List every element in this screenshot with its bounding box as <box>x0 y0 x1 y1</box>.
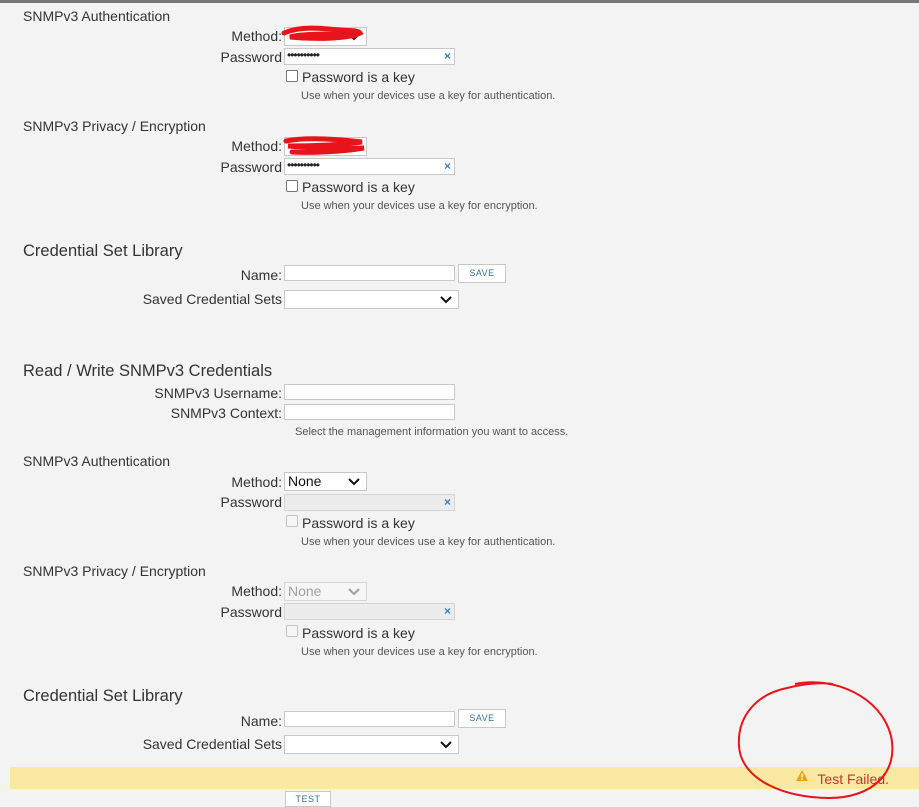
auth-heading: SNMPv3 Authentication <box>23 8 171 24</box>
rw-username-label: SNMPv3 Username: <box>154 385 282 401</box>
rw-auth-method-select[interactable]: None <box>284 472 367 491</box>
auth-password-field[interactable]: •••••••••• × <box>284 48 455 65</box>
chevron-down-icon <box>348 588 360 596</box>
rw-privacy-hint: Use when your devices use a key for encr… <box>301 646 538 658</box>
library-heading: Credential Set Library <box>23 242 183 260</box>
clear-icon[interactable]: × <box>444 495 451 510</box>
auth-method-label: Method: <box>231 28 282 44</box>
save-button[interactable]: SAVE <box>458 709 506 728</box>
rw-auth-hint: Use when your devices use a key for auth… <box>301 536 556 548</box>
privacy-password-field[interactable]: •••••••••• × <box>284 158 455 175</box>
rw-auth-is-key-checkbox[interactable] <box>286 515 298 527</box>
rw-privacy-method-value: None <box>288 583 322 599</box>
clear-icon[interactable]: × <box>444 604 451 619</box>
rw-privacy-password-field[interactable]: × <box>284 603 455 620</box>
rw-library-name-input[interactable] <box>284 711 455 727</box>
rw-saved-sets-label: Saved Credential Sets <box>142 736 282 752</box>
rw-saved-sets-select[interactable] <box>284 735 459 754</box>
rw-privacy-is-key-label: Password is a key <box>302 625 415 641</box>
test-button[interactable]: TEST <box>285 791 331 807</box>
rw-library-heading: Credential Set Library <box>23 687 183 705</box>
annotation-circle <box>737 681 894 800</box>
rw-auth-password-field[interactable]: × <box>284 494 455 511</box>
privacy-heading: SNMPv3 Privacy / Encryption <box>23 118 206 134</box>
library-name-label: Name: <box>240 267 282 283</box>
password-mask: •••••••••• <box>287 48 320 62</box>
privacy-password-label: Password <box>220 159 282 175</box>
rw-username-input[interactable] <box>284 384 455 400</box>
rw-context-hint: Select the management information you wa… <box>295 426 569 438</box>
rw-auth-method-label: Method: <box>231 474 282 490</box>
password-mask: •••••••••• <box>287 158 320 172</box>
privacy-is-key-checkbox[interactable] <box>286 180 298 192</box>
chevron-down-icon <box>440 741 452 749</box>
rw-privacy-method-label: Method: <box>231 583 282 599</box>
auth-is-key-label: Password is a key <box>302 69 415 85</box>
rw-auth-is-key-label: Password is a key <box>302 515 415 531</box>
clear-icon[interactable]: × <box>444 159 451 174</box>
privacy-hint: Use when your devices use a key for encr… <box>301 200 538 212</box>
rw-auth-heading: SNMPv3 Authentication <box>23 453 171 469</box>
rw-heading: Read / Write SNMPv3 Credentials <box>23 362 273 380</box>
rw-context-input[interactable] <box>284 404 455 420</box>
rw-privacy-method-select[interactable]: None <box>284 582 367 601</box>
rw-auth-password-label: Password <box>220 494 282 510</box>
rw-privacy-is-key-checkbox[interactable] <box>286 625 298 637</box>
save-button[interactable]: SAVE <box>458 264 506 283</box>
chevron-down-icon <box>440 296 452 304</box>
rw-context-label: SNMPv3 Context: <box>170 405 282 421</box>
redaction-scribble <box>281 25 364 41</box>
auth-hint: Use when your devices use a key for auth… <box>301 90 556 102</box>
rw-privacy-password-label: Password <box>220 604 282 620</box>
chevron-down-icon <box>348 478 360 486</box>
rw-library-name-label: Name: <box>240 713 282 729</box>
top-border <box>0 0 919 3</box>
saved-sets-label: Saved Credential Sets <box>142 291 282 307</box>
clear-icon[interactable]: × <box>444 49 451 64</box>
redaction-scribble <box>283 136 365 155</box>
rw-auth-method-value: None <box>288 473 322 489</box>
auth-is-key-checkbox[interactable] <box>286 70 298 82</box>
privacy-is-key-label: Password is a key <box>302 179 415 195</box>
auth-password-label: Password <box>220 49 282 65</box>
saved-sets-select[interactable] <box>284 290 459 309</box>
rw-privacy-heading: SNMPv3 Privacy / Encryption <box>23 563 206 579</box>
privacy-method-label: Method: <box>231 138 282 154</box>
library-name-input[interactable] <box>284 265 455 281</box>
